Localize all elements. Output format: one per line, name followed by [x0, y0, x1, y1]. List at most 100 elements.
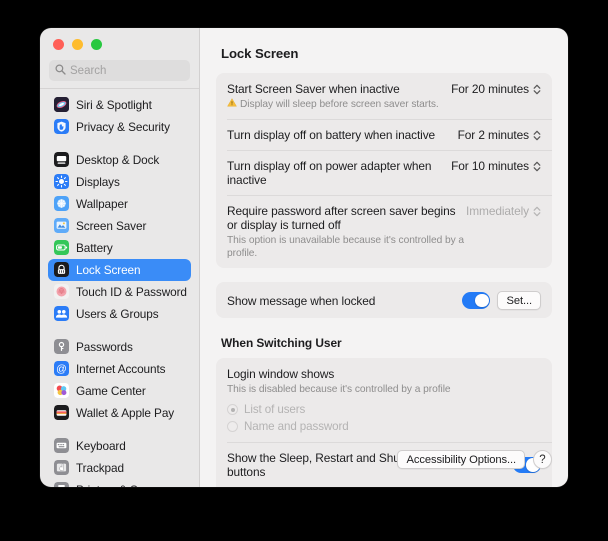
- sidebar-item-label: Battery: [76, 241, 113, 255]
- row-subtitle-text: This is disabled because it's controlled…: [227, 383, 451, 396]
- row-labels: Turn display off on power adapter when i…: [227, 158, 451, 187]
- chevron-updown-icon: [533, 205, 541, 218]
- row-title: Show message when locked: [227, 294, 375, 308]
- sidebar-spacer: [40, 325, 199, 336]
- radio-button-icon: [227, 404, 238, 415]
- sidebar-item-users-groups[interactable]: Users & Groups: [48, 303, 191, 325]
- sidebar-item-displays[interactable]: Displays: [48, 171, 191, 193]
- row-labels: Start Screen Saver when inactive Display…: [227, 81, 439, 111]
- window-traffic-lights: [40, 28, 199, 56]
- setting-row-login-window-shows: Login window shows This is disabled beca…: [216, 358, 552, 442]
- row-title: Turn display off on battery when inactiv…: [227, 128, 435, 142]
- set-message-button[interactable]: Set...: [497, 291, 541, 310]
- sidebar-item-trackpad[interactable]: Trackpad: [48, 457, 191, 479]
- display-off-power-stepper[interactable]: For 10 minutes: [451, 159, 541, 173]
- sidebar-item-battery[interactable]: Battery: [48, 237, 191, 259]
- footer-actions: Accessibility Options... ?: [397, 450, 552, 469]
- sidebar-item-label: Privacy & Security: [76, 120, 170, 134]
- desktop-dock-icon: [54, 152, 69, 167]
- row-subtitle-text: This option is unavailable because it's …: [227, 234, 466, 260]
- sidebar-item-label: Displays: [76, 175, 120, 189]
- screen-saver-delay-stepper[interactable]: For 20 minutes: [451, 82, 541, 96]
- maximize-window-button[interactable]: [91, 39, 102, 50]
- row-labels: Turn display off on battery when inactiv…: [227, 127, 435, 142]
- sidebar-item-game-center[interactable]: Game Center: [48, 380, 191, 402]
- sidebar-item-wallet-apple-pay[interactable]: Wallet & Apple Pay: [48, 402, 191, 424]
- sidebar-item-label: Lock Screen: [76, 263, 140, 277]
- sidebar-item-privacy-security[interactable]: Privacy & Security: [48, 116, 191, 138]
- sidebar-item-touch-id-password[interactable]: Touch ID & Password: [48, 281, 191, 303]
- row-subtitle: This option is unavailable because it's …: [227, 234, 466, 260]
- sidebar-item-printers-scanners[interactable]: Printers & Scanners: [48, 479, 191, 488]
- sidebar-item-label: Desktop & Dock: [76, 153, 159, 167]
- setting-row-display-off-power-adapter[interactable]: Turn display off on power adapter when i…: [216, 150, 552, 195]
- sidebar-item-siri-spotlight[interactable]: Siri & Spotlight: [48, 94, 191, 116]
- search-field[interactable]: [49, 60, 190, 81]
- sidebar-item-label: Keyboard: [76, 439, 126, 453]
- sidebar-group-2: Desktop & Dock Displays: [40, 149, 199, 325]
- warning-triangle-icon: [227, 98, 237, 111]
- setting-row-show-message-when-locked[interactable]: Show message when locked Set...: [216, 282, 552, 318]
- sidebar: Siri & Spotlight Privacy & Security: [40, 28, 200, 487]
- row-subtitle-text: Display will sleep before screen saver s…: [240, 98, 439, 111]
- sidebar-search: [40, 56, 199, 88]
- sidebar-item-label: Game Center: [76, 384, 146, 398]
- sidebar-divider: [40, 88, 199, 89]
- at-sign-icon: @: [54, 361, 69, 376]
- chevron-updown-icon: [533, 160, 541, 173]
- search-icon: [55, 62, 66, 80]
- fingerprint-icon: [54, 284, 69, 299]
- radio-label: List of users: [244, 403, 305, 416]
- sidebar-item-label: Touch ID & Password: [76, 285, 187, 299]
- keyboard-icon: [54, 438, 69, 453]
- stepper-value: For 2 minutes: [458, 128, 529, 142]
- stepper-value: For 10 minutes: [451, 159, 529, 173]
- display-off-battery-stepper[interactable]: For 2 minutes: [458, 128, 541, 142]
- sidebar-item-label: Siri & Spotlight: [76, 98, 152, 112]
- sidebar-group-3: Passwords @ Internet Accounts: [40, 336, 199, 424]
- stepper-value: Immediately: [466, 204, 529, 218]
- search-input[interactable]: [70, 65, 184, 77]
- sidebar-item-keyboard[interactable]: Keyboard: [48, 435, 191, 457]
- sidebar-item-passwords[interactable]: Passwords: [48, 336, 191, 358]
- radio-option-name-and-password: Name and password: [227, 420, 541, 433]
- sidebar-item-label: Trackpad: [76, 461, 124, 475]
- brightness-icon: [54, 174, 69, 189]
- sidebar-item-lock-screen[interactable]: Lock Screen: [48, 259, 191, 281]
- lock-icon: [54, 262, 69, 277]
- row-subtitle: Display will sleep before screen saver s…: [227, 98, 439, 111]
- accessibility-options-button[interactable]: Accessibility Options...: [397, 450, 525, 469]
- close-window-button[interactable]: [53, 39, 64, 50]
- row-labels: Require password after screen saver begi…: [227, 203, 466, 260]
- siri-icon: [54, 97, 69, 112]
- row-labels: Login window shows This is disabled beca…: [227, 366, 541, 433]
- help-button[interactable]: ?: [533, 450, 552, 469]
- sidebar-item-screen-saver[interactable]: Screen Saver: [48, 215, 191, 237]
- setting-row-require-password: Require password after screen saver begi…: [216, 195, 552, 268]
- radio-option-list-of-users: List of users: [227, 403, 541, 416]
- toggle-knob: [475, 294, 489, 308]
- game-center-icon: [54, 383, 69, 398]
- sidebar-item-label: Wallpaper: [76, 197, 128, 211]
- row-control: For 20 minutes: [451, 81, 541, 96]
- minimize-window-button[interactable]: [72, 39, 83, 50]
- system-settings-window: Siri & Spotlight Privacy & Security: [40, 28, 568, 487]
- setting-row-start-screen-saver[interactable]: Start Screen Saver when inactive Display…: [216, 73, 552, 119]
- printer-icon: [54, 482, 69, 487]
- sidebar-item-desktop-dock[interactable]: Desktop & Dock: [48, 149, 191, 171]
- sidebar-item-internet-accounts[interactable]: @ Internet Accounts: [48, 358, 191, 380]
- row-title: Login window shows: [227, 367, 477, 381]
- sidebar-item-label: Users & Groups: [76, 307, 159, 321]
- sidebar-item-wallpaper[interactable]: Wallpaper: [48, 193, 191, 215]
- radio-label: Name and password: [244, 420, 349, 433]
- radio-button-icon: [227, 421, 238, 432]
- chevron-updown-icon: [533, 83, 541, 96]
- key-icon: [54, 339, 69, 354]
- row-control: Set...: [462, 290, 541, 310]
- show-message-toggle[interactable]: [462, 292, 490, 309]
- hand-shield-icon: [54, 119, 69, 134]
- show-message-card: Show message when locked Set...: [216, 282, 552, 318]
- sidebar-group-4: Keyboard Trackpad: [40, 435, 199, 488]
- section-heading-when-switching-user: When Switching User: [216, 332, 552, 358]
- setting-row-display-off-battery[interactable]: Turn display off on battery when inactiv…: [216, 119, 552, 150]
